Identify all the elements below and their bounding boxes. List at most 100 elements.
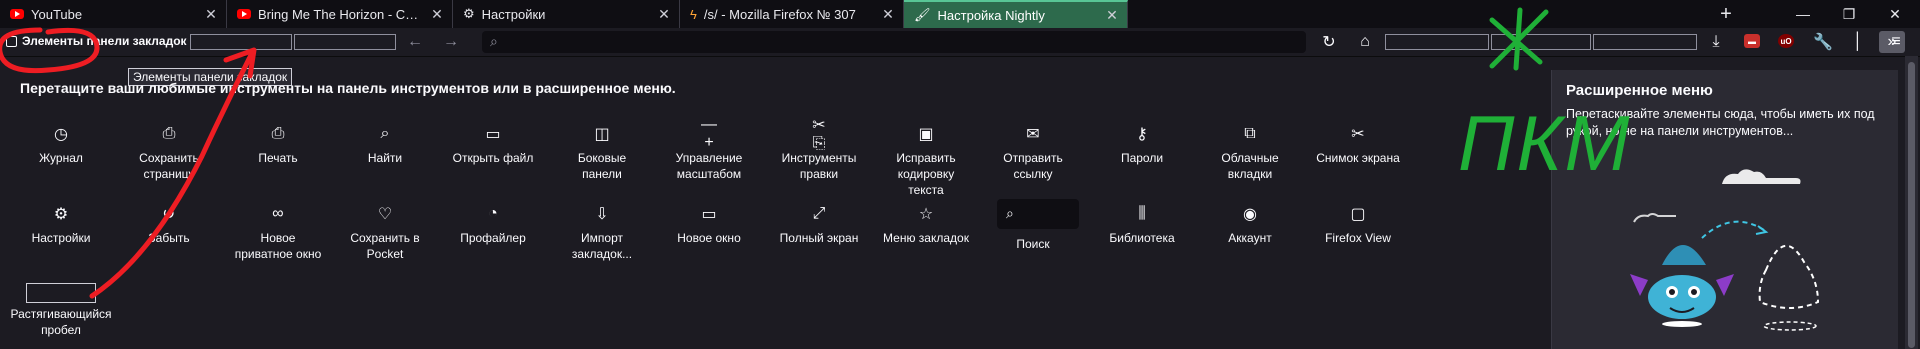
flexible-space-icon[interactable] bbox=[26, 283, 96, 303]
flexible-space-slot[interactable] bbox=[1385, 34, 1489, 50]
palette-item-label: Меню закладок bbox=[883, 231, 969, 245]
palette-item-sidebar[interactable]: ◫ Боковые панели bbox=[557, 124, 647, 182]
palette-item-pocket[interactable]: ♡ Сохранить в Pocket bbox=[340, 204, 430, 262]
monster-illustration bbox=[1630, 245, 1734, 327]
palette-item-search[interactable]: ⌕ Найти bbox=[340, 124, 430, 166]
close-tab-icon[interactable]: ✕ bbox=[204, 6, 218, 23]
tab-settings[interactable]: ⚙ Настройки ✕ bbox=[453, 0, 680, 28]
palette-item-label: Профайлер bbox=[460, 231, 526, 245]
palette-item-flexible-space[interactable]: Растягивающийся пробел bbox=[10, 306, 111, 338]
reload-icon[interactable]: ↻ bbox=[1319, 32, 1339, 52]
flexible-space-slot[interactable] bbox=[294, 34, 396, 50]
sidebar-icon: ◫ bbox=[594, 126, 610, 143]
firefox-view-icon: ▢ bbox=[1350, 206, 1366, 223]
open-file-icon: ▭ bbox=[485, 126, 501, 143]
edit-controls-icon: ✂ ⎘ bbox=[812, 117, 826, 152]
palette-item-import[interactable]: ⇩ Импорт закладок... bbox=[557, 204, 647, 262]
palette-item-label: Облачные вкладки bbox=[1221, 151, 1279, 181]
synced-tabs-icon: ⧉ bbox=[1244, 125, 1256, 142]
close-tab-icon[interactable]: ✕ bbox=[657, 6, 671, 23]
palette-item-label: Забыть bbox=[148, 231, 190, 245]
home-icon[interactable]: ⌂ bbox=[1355, 32, 1375, 52]
palette-item-email[interactable]: ✉ Отправить ссылку bbox=[988, 124, 1078, 182]
key-icon: ⚷ bbox=[1136, 126, 1148, 143]
lightning-icon: ϟ bbox=[690, 6, 697, 22]
private-mask-icon: ∞ bbox=[272, 205, 284, 222]
printer-icon: ⎙ bbox=[271, 125, 285, 142]
minimize-button[interactable]: — bbox=[1780, 0, 1826, 28]
bookmarks-toolbar-items-label: Элементы панели закладок bbox=[22, 34, 187, 48]
vertical-scrollbar[interactable] bbox=[1905, 56, 1918, 349]
palette-item-fullscreen[interactable]: ⤢ Полный экран bbox=[774, 204, 864, 246]
palette-item-key[interactable]: ⚷ Пароли bbox=[1097, 124, 1187, 166]
palette-item-firefox-view[interactable]: ▢ Firefox View bbox=[1313, 204, 1403, 246]
search-widget[interactable]: ⌕ bbox=[997, 199, 1079, 229]
palette-item-clock[interactable]: ◷ Журнал bbox=[16, 124, 106, 166]
close-tab-icon[interactable]: ✕ bbox=[1105, 7, 1119, 24]
palette-item-zoom-controls[interactable]: — + Управление масштабом bbox=[664, 116, 754, 182]
app-menu-icon[interactable]: ≡ bbox=[1886, 32, 1906, 52]
ublock-origin-icon[interactable]: uO bbox=[1778, 34, 1794, 48]
restore-button[interactable]: ❐ bbox=[1826, 0, 1872, 28]
pocket-icon: ♡ bbox=[377, 206, 393, 223]
tab-strip: YouTube ✕ Bring Me The Horizon - Can You… bbox=[0, 0, 1920, 28]
palette-item-label: Firefox View bbox=[1325, 231, 1391, 245]
palette-item-account[interactable]: ◉ Аккаунт bbox=[1205, 204, 1295, 246]
flexible-space-slot[interactable] bbox=[190, 34, 292, 50]
palette-item-profiler[interactable]: ◔ Профайлер bbox=[448, 204, 538, 246]
email-icon: ✉ bbox=[1026, 126, 1040, 143]
divider-icon: │ bbox=[1853, 33, 1863, 50]
palette-item-label: Новое окно bbox=[677, 231, 741, 245]
forward-arrow-icon[interactable]: → bbox=[441, 32, 461, 52]
close-tab-icon[interactable]: ✕ bbox=[881, 6, 895, 23]
palette-item-private-mask[interactable]: ∞ Новое приватное окно bbox=[233, 204, 323, 262]
palette-item-label: Исправить кодировку текста bbox=[896, 151, 956, 197]
extension-icon[interactable]: ▬ bbox=[1744, 34, 1760, 48]
back-arrow-icon[interactable]: ← bbox=[405, 32, 425, 52]
palette-item-label: Настройки bbox=[31, 231, 91, 245]
forget-icon: ↺ bbox=[162, 206, 176, 223]
palette-item-screenshot[interactable]: ✂ Снимок экрана bbox=[1313, 124, 1403, 166]
close-window-button[interactable]: ✕ bbox=[1872, 0, 1918, 28]
tab-youtube[interactable]: YouTube ✕ bbox=[0, 0, 227, 28]
palette-item-label: Пароли bbox=[1120, 151, 1164, 165]
wrench-icon[interactable]: 🔧 bbox=[1813, 32, 1833, 52]
palette-item-text-encoding[interactable]: ▣ Исправить кодировку текста bbox=[881, 124, 971, 198]
new-tab-button[interactable]: + bbox=[1703, 0, 1749, 28]
library-icon: ⫼ bbox=[1138, 205, 1146, 222]
tab-bring-me-the-horizon[interactable]: Bring Me The Horizon - Can You Feel My H… bbox=[227, 0, 453, 28]
nav-bar: Элементы панели закладок ← → ⌕ ↻ ⌂ ⤓ ▬ u… bbox=[0, 28, 1920, 57]
search-icon: ⌕ bbox=[490, 33, 498, 49]
customize-heading: Перетащите ваши любимые инструменты на п… bbox=[20, 80, 676, 96]
tab-customize-nightly[interactable]: 🖌 Настройка Nightly ✕ bbox=[904, 0, 1128, 28]
bookmarks-toolbar-items[interactable]: Элементы панели закладок bbox=[6, 34, 187, 48]
gear-icon: ⚙ bbox=[463, 6, 475, 21]
flexible-space-slot[interactable] bbox=[1491, 34, 1591, 50]
zoom-controls-icon: — + bbox=[701, 116, 717, 151]
tab-label: /s/ - Mozilla Firefox № 307 bbox=[703, 6, 856, 22]
close-tab-icon[interactable]: ✕ bbox=[430, 6, 444, 23]
scrollbar-thumb[interactable] bbox=[1908, 62, 1915, 348]
tab-firefox-board[interactable]: ϟ /s/ - Mozilla Firefox № 307 ✕ bbox=[680, 0, 904, 28]
downloads-icon[interactable]: ⤓ bbox=[1706, 32, 1726, 52]
palette-item-printer[interactable]: ⎙ Печать bbox=[233, 124, 323, 166]
palette-item-new-window[interactable]: ▭ Новое окно bbox=[664, 204, 754, 246]
palette-item-edit-controls[interactable]: ✂ ⎘ Инструменты правки bbox=[774, 117, 864, 182]
palette-item-label: Боковые панели bbox=[577, 151, 627, 181]
save-page-icon: ⎙ bbox=[162, 125, 176, 142]
account-icon: ◉ bbox=[1243, 206, 1257, 223]
palette-item-label: Растягивающийся пробел bbox=[10, 307, 112, 337]
palette-item-synced-tabs[interactable]: ⧉ Облачные вкладки bbox=[1205, 124, 1295, 182]
palette-item-library[interactable]: ⫼ Библиотека bbox=[1097, 204, 1187, 246]
url-bar[interactable]: ⌕ bbox=[482, 31, 1306, 53]
palette-item-open-file[interactable]: ▭ Открыть файл bbox=[448, 124, 538, 166]
palette-item-save-page[interactable]: ⎙ Сохранить страницу bbox=[124, 124, 214, 182]
palette-item-bookmarks-menu[interactable]: ☆ Меню закладок bbox=[881, 204, 971, 246]
palette-item-forget[interactable]: ↺ Забыть bbox=[124, 204, 214, 246]
palette-item-label: Полный экран bbox=[779, 231, 859, 245]
palette-item-label: Новое приватное окно bbox=[234, 231, 322, 261]
flexible-space-slot[interactable] bbox=[1593, 34, 1697, 50]
tab-label: Настройка Nightly bbox=[937, 7, 1045, 23]
palette-item-label: Открыть файл bbox=[452, 151, 534, 165]
palette-item-gear[interactable]: ⚙ Настройки bbox=[16, 204, 106, 246]
